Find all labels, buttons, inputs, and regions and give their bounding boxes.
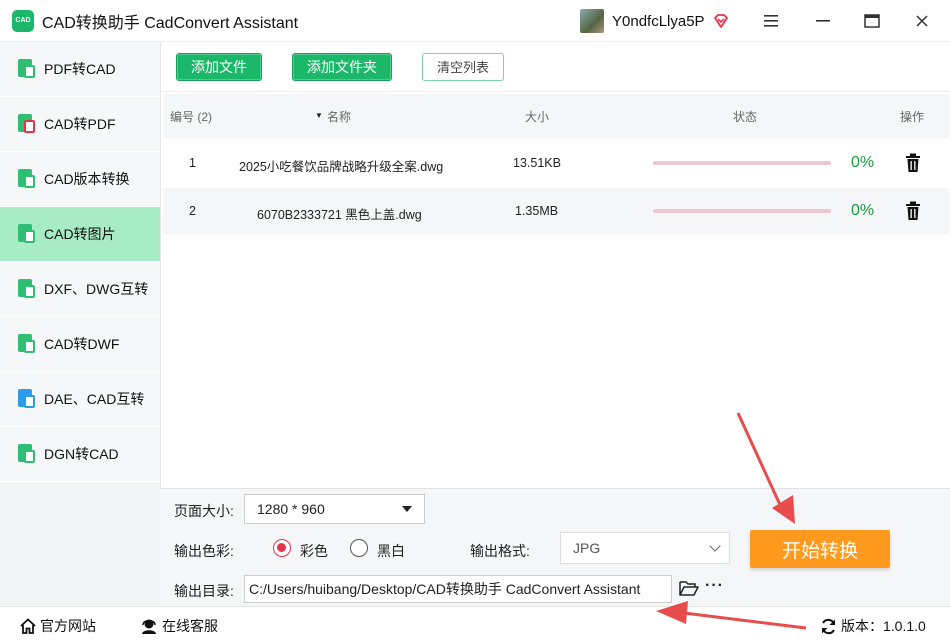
row-index: 1	[189, 156, 196, 170]
page-size-label: 页面大小:	[174, 503, 234, 519]
output-dir-field[interactable]: C:/Users/huibang/Desktop/CAD转换助手 CadConv…	[244, 575, 672, 603]
dropdown-arrow-icon	[402, 506, 412, 512]
sidebar-item-dae-cad[interactable]: DAE、CAD互转	[0, 372, 160, 427]
headset-icon	[142, 619, 156, 634]
start-convert-button[interactable]: 开始转换	[750, 530, 890, 568]
sidebar-item-pdf-to-cad[interactable]: PDF转CAD	[0, 42, 160, 97]
row-index: 2	[189, 204, 196, 218]
column-size: 大小	[525, 110, 550, 124]
sidebar-item-label: CAD版本转换	[44, 171, 130, 187]
status-bar: 官方网站 在线客服 版本：1.0.1.0	[0, 606, 950, 640]
page-size-value: 1280 * 960	[257, 501, 325, 517]
version-info[interactable]: 版本：1.0.1.0	[820, 616, 926, 636]
cad-to-image-icon	[16, 224, 36, 244]
sidebar-item-label: CAD转PDF	[44, 116, 116, 132]
trash-icon[interactable]	[905, 201, 921, 221]
page-size-select[interactable]: 1280 * 960	[244, 494, 425, 524]
user-area[interactable]: Y0ndfcLlya5P	[580, 9, 729, 33]
sidebar-item-label: DAE、CAD互转	[44, 391, 145, 407]
output-dir-value: C:/Users/huibang/Desktop/CAD转换助手 CadConv…	[249, 581, 641, 597]
settings-panel: 页面大小: 1280 * 960 输出色彩: 彩色 黑白 输出格式: JPG 开…	[160, 488, 950, 606]
home-icon	[20, 618, 36, 634]
main-panel: 添加文件 添加文件夹 清空列表 编号 (2) ▼ 名称 大小 状态 操作 1 2…	[160, 42, 950, 488]
table-row[interactable]: 1 2025小吃餐饮品牌战略升级全案.dwg 13.51KB 0%	[163, 140, 949, 186]
sidebar-item-cad-to-pdf[interactable]: CAD转PDF	[0, 97, 160, 152]
add-file-button[interactable]: 添加文件	[176, 52, 262, 81]
column-index: 编号 (2)	[170, 110, 213, 124]
column-name[interactable]: 名称	[327, 108, 351, 125]
progress-bar	[653, 209, 831, 213]
sidebar-item-label: DXF、DWG互转	[44, 281, 149, 297]
sidebar-item-cad-version[interactable]: CAD版本转换	[0, 152, 160, 207]
official-website-link[interactable]: 官方网站	[20, 616, 96, 636]
folder-open-icon[interactable]	[679, 579, 699, 597]
row-size: 13.51KB	[513, 156, 561, 170]
online-support-label: 在线客服	[162, 618, 218, 634]
title-bar: CAD CAD转换助手 CadConvert Assistant Y0ndfcL…	[0, 0, 950, 42]
refresh-icon	[822, 618, 835, 634]
table-row[interactable]: 2 6070B2333721 黑色上盖.dwg 1.35MB 0%	[163, 188, 949, 234]
toolbar: 添加文件 添加文件夹 清空列表	[161, 42, 950, 92]
progress-percent: 0%	[851, 154, 875, 171]
vip-diamond-icon[interactable]	[713, 13, 729, 29]
output-dir-label: 输出目录:	[174, 583, 234, 599]
app-logo-icon: CAD	[12, 9, 34, 32]
sidebar-item-label: PDF转CAD	[44, 61, 116, 77]
color-option-label[interactable]: 彩色	[300, 541, 328, 561]
dae-cad-icon	[16, 389, 36, 409]
sidebar-item-dgn-to-cad[interactable]: DGN转CAD	[0, 427, 160, 482]
cad-to-pdf-icon	[16, 114, 36, 134]
dxf-dwg-icon	[16, 279, 36, 299]
output-format-value: JPG	[573, 540, 601, 556]
version-label: 版本：1.0.1.0	[841, 618, 926, 634]
sidebar-item-label: DGN转CAD	[44, 446, 119, 462]
sidebar-item-label: CAD转图片	[44, 226, 116, 242]
color-radio[interactable]	[273, 539, 291, 557]
sidebar: PDF转CAD CAD转PDF CAD版本转换 CAD转图片 DXF、DWG互转…	[0, 42, 160, 606]
output-format-select[interactable]: JPG	[560, 532, 730, 564]
row-size: 1.35MB	[515, 204, 559, 218]
sort-desc-icon[interactable]: ▼	[315, 111, 323, 120]
grayscale-radio[interactable]	[350, 539, 368, 557]
row-filename: 2025小吃餐饮品牌战略升级全案.dwg	[239, 160, 444, 174]
cad-version-icon	[16, 169, 36, 189]
minimize-icon[interactable]	[810, 8, 836, 34]
add-folder-button[interactable]: 添加文件夹	[292, 52, 392, 81]
app-title: CAD转换助手 CadConvert Assistant	[42, 14, 299, 32]
username[interactable]: Y0ndfcLlya5P	[612, 13, 705, 30]
chevron-down-icon	[709, 540, 721, 552]
output-color-label: 输出色彩:	[174, 543, 234, 559]
sidebar-item-cad-to-dwf[interactable]: CAD转DWF	[0, 317, 160, 372]
user-avatar[interactable]	[580, 9, 604, 33]
menu-icon[interactable]	[758, 8, 784, 34]
official-website-label: 官方网站	[40, 618, 96, 634]
table-header: 编号 (2) ▼ 名称 大小 状态 操作	[163, 94, 949, 138]
trash-icon[interactable]	[905, 153, 921, 173]
close-icon[interactable]	[909, 8, 935, 34]
progress-percent: 0%	[851, 202, 875, 219]
sidebar-item-label: CAD转DWF	[44, 336, 120, 352]
sidebar-item-cad-to-image[interactable]: CAD转图片	[0, 207, 160, 262]
progress-bar	[653, 161, 831, 165]
pdf-to-cad-icon	[16, 59, 36, 79]
online-support-link[interactable]: 在线客服	[140, 616, 218, 636]
more-options-icon[interactable]: ···	[705, 577, 724, 595]
cad-to-dwf-icon	[16, 334, 36, 354]
sidebar-item-dxf-dwg[interactable]: DXF、DWG互转	[0, 262, 160, 317]
maximize-icon[interactable]	[859, 8, 885, 34]
dgn-to-cad-icon	[16, 444, 36, 464]
grayscale-option-label[interactable]: 黑白	[377, 541, 405, 561]
clear-list-button[interactable]: 清空列表	[422, 52, 505, 81]
column-status: 状态	[733, 110, 758, 124]
column-action: 操作	[900, 110, 925, 124]
output-format-label: 输出格式:	[470, 543, 530, 559]
row-filename: 6070B2333721 黑色上盖.dwg	[257, 208, 422, 222]
